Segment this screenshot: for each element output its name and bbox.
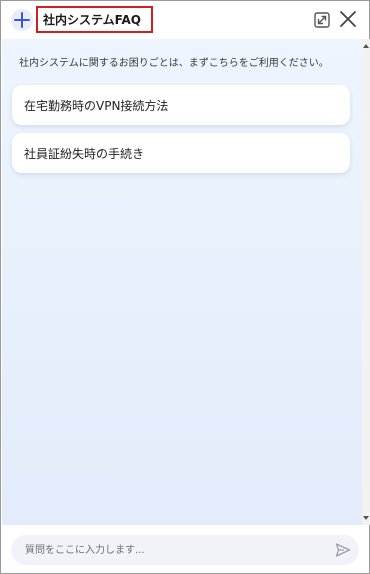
close-icon [340, 11, 356, 27]
intro-message: 社内システムに関するお困りごとは、まずこちらをご利用ください。 [19, 58, 329, 69]
faq-item-label: 社員証紛失時の手続き [24, 147, 145, 161]
expand-icon [314, 12, 330, 28]
faq-item-label: 在宅勤務時のVPN接続方法 [24, 99, 169, 113]
title-highlight: 社内システムFAQ [36, 6, 153, 33]
scroll-up-arrow-icon[interactable] [363, 44, 369, 48]
scrollbar[interactable] [362, 39, 370, 525]
header: 社内システムFAQ [1, 1, 369, 39]
question-input[interactable] [25, 535, 325, 565]
send-button[interactable] [335, 542, 351, 558]
page-title: 社内システムFAQ [43, 13, 141, 27]
faq-chat-window: 社内システムFAQ 社内システムに関するお困りごとは、まずこちらをご利用ください… [0, 0, 370, 574]
faq-item-id-card[interactable]: 社員証紛失時の手続き [12, 133, 350, 173]
chat-body: 社内システムに関するお困りごとは、まずこちらをご利用ください。 在宅勤務時のVP… [2, 39, 362, 525]
close-button[interactable] [339, 10, 357, 28]
expand-button[interactable] [313, 11, 331, 29]
new-chat-button[interactable] [11, 9, 33, 31]
faq-item-vpn[interactable]: 在宅勤務時のVPN接続方法 [12, 85, 350, 125]
scroll-down-arrow-icon[interactable] [363, 516, 369, 520]
plus-icon [14, 12, 30, 28]
question-input-container [11, 535, 359, 565]
composer [1, 525, 369, 573]
send-icon [335, 543, 351, 557]
